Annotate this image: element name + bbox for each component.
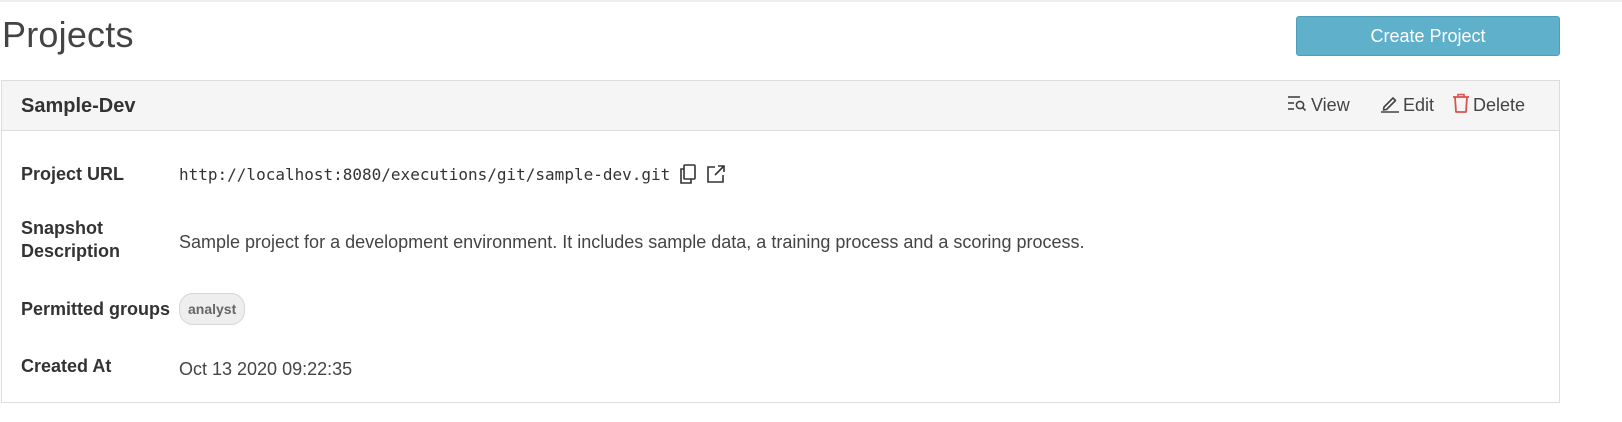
project-url-value: http://localhost:8080/executions/git/sam…: [179, 164, 726, 184]
create-project-button[interactable]: Create Project: [1296, 16, 1560, 56]
snapshot-description-value: Sample project for a development environ…: [179, 232, 1085, 252]
pencil-icon: [1380, 93, 1403, 118]
edit-label: Edit: [1403, 95, 1435, 115]
view-label: View: [1311, 95, 1350, 115]
project-card: Sample-Dev View Edit Delete Project URL …: [1, 80, 1560, 403]
delete-label: Delete: [1473, 95, 1526, 115]
external-link-icon[interactable]: [706, 164, 726, 184]
project-url-text: http://localhost:8080/executions/git/sam…: [179, 164, 671, 184]
project-card-header: Sample-Dev View Edit Delete: [2, 81, 1559, 131]
top-divider: [0, 0, 1622, 2]
permitted-groups-label: Permitted groups: [21, 299, 171, 319]
trash-icon: [1452, 93, 1473, 118]
view-icon: [1286, 93, 1311, 118]
group-badge: analyst: [179, 293, 246, 325]
created-at-value: Oct 13 2020 09:22:35: [179, 359, 353, 379]
page-title: Projects: [2, 14, 134, 55]
copy-icon[interactable]: [679, 164, 697, 184]
view-button[interactable]: View: [1286, 93, 1350, 118]
delete-button[interactable]: Delete: [1452, 93, 1525, 118]
edit-button[interactable]: Edit: [1380, 93, 1434, 118]
snapshot-description-label: Snapshot Description: [21, 218, 121, 261]
project-name: Sample-Dev: [21, 95, 136, 117]
project-url-label: Project URL: [21, 164, 125, 184]
created-at-label: Created At: [21, 356, 112, 376]
